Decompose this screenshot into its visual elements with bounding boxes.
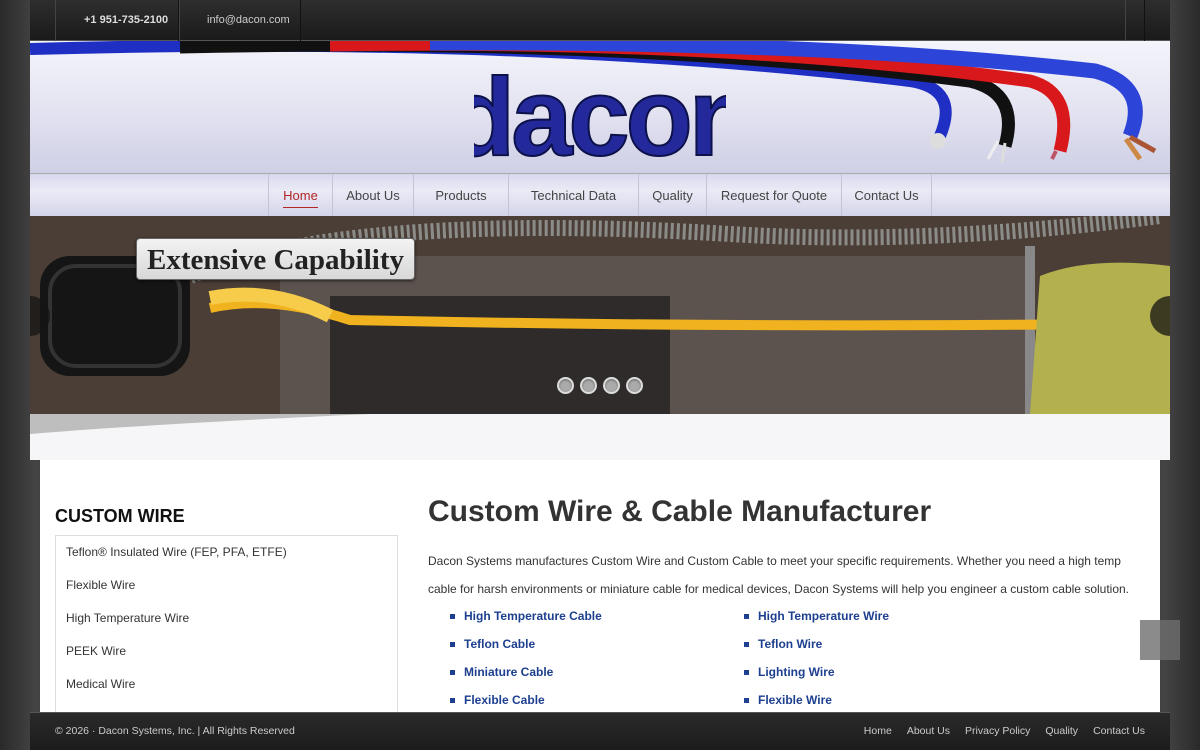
slide-dot-1[interactable]	[557, 377, 574, 394]
link-teflon-cable[interactable]: Teflon Cable	[428, 630, 602, 658]
link-miniature-cable[interactable]: Miniature Cable	[428, 658, 602, 686]
nav-technical-data[interactable]: Technical Data	[508, 174, 638, 217]
site-footer: © 2026 · Dacon Systems, Inc. | All Right…	[30, 712, 1170, 750]
wire-ends	[986, 134, 1157, 164]
slide-dot-3[interactable]	[603, 377, 620, 394]
svg-text:dacon: dacon	[474, 56, 726, 171]
sidebar-list: Teflon® Insulated Wire (FEP, PFA, ETFE) …	[55, 535, 398, 712]
nav-contact-us[interactable]: Contact Us	[841, 174, 932, 217]
product-links-right: High Temperature Wire Teflon Wire Lighti…	[722, 602, 889, 712]
sidebar-item-high-temperature[interactable]: High Temperature Wire	[56, 602, 397, 635]
nav-products[interactable]: Products	[413, 174, 508, 217]
copyright-text: © 2026 · Dacon Systems, Inc. | All Right…	[55, 725, 295, 737]
product-links-left: High Temperature Cable Teflon Cable Mini…	[428, 602, 602, 712]
link-high-temperature-cable[interactable]: High Temperature Cable	[428, 602, 602, 630]
footer-link-contact-us[interactable]: Contact Us	[1093, 713, 1145, 749]
page-title: Custom Wire & Cable Manufacturer	[428, 495, 932, 528]
footer-links: Home About Us Privacy Policy Quality Con…	[864, 713, 1145, 749]
footer-link-quality[interactable]: Quality	[1045, 713, 1078, 749]
slider-pagination	[557, 377, 643, 394]
slider-shadow	[30, 414, 1170, 460]
slide-dot-4[interactable]	[626, 377, 643, 394]
sidebar-title: CUSTOM WIRE	[55, 506, 185, 526]
nav-home[interactable]: Home	[268, 174, 332, 217]
sidebar-item-teflon[interactable]: Teflon® Insulated Wire (FEP, PFA, ETFE)	[56, 536, 397, 569]
link-flexible-cable[interactable]: Flexible Cable	[428, 686, 602, 712]
nav-quality[interactable]: Quality	[638, 174, 706, 217]
link-teflon-wire[interactable]: Teflon Wire	[722, 630, 889, 658]
phone-link[interactable]: +1 951-735-2100	[55, 0, 179, 41]
email-link[interactable]: info@dacon.com	[179, 0, 301, 41]
nav-about-us[interactable]: About Us	[332, 174, 413, 217]
main-column: Custom Wire & Cable Manufacturer Dacon S…	[428, 460, 1148, 707]
topbar-spacer	[1125, 0, 1145, 41]
link-flexible-wire[interactable]: Flexible Wire	[722, 686, 889, 712]
sidebar-item-peek[interactable]: PEEK Wire	[56, 635, 397, 668]
nav-request-for-quote[interactable]: Request for Quote	[706, 174, 841, 217]
back-to-top-button[interactable]	[1140, 620, 1180, 660]
footer-link-home[interactable]: Home	[864, 713, 892, 749]
hero-slider: Extensive Capability	[30, 216, 1170, 414]
shadow-swoosh	[30, 414, 370, 434]
slide-dot-2[interactable]	[580, 377, 597, 394]
top-bar: +1 951-735-2100 info@dacon.com	[30, 0, 1170, 41]
link-high-temperature-wire[interactable]: High Temperature Wire	[722, 602, 889, 630]
slide-caption: Extensive Capability	[136, 238, 415, 280]
link-lighting-wire[interactable]: Lighting Wire	[722, 658, 889, 686]
site-header: dacon	[30, 41, 1170, 173]
footer-link-privacy-policy[interactable]: Privacy Policy	[965, 713, 1030, 749]
sidebar-item-medical[interactable]: Medical Wire	[56, 668, 397, 701]
main-content: CUSTOM WIRE Teflon® Insulated Wire (FEP,…	[40, 460, 1160, 712]
dacon-logo[interactable]: dacon	[474, 51, 726, 171]
main-nav: Home About Us Products Technical Data Qu…	[30, 173, 1170, 217]
intro-text: Dacon Systems manufactures Custom Wire a…	[428, 554, 1130, 596]
sidebar-item-flexible[interactable]: Flexible Wire	[56, 569, 397, 602]
footer-link-about-us[interactable]: About Us	[907, 713, 950, 749]
